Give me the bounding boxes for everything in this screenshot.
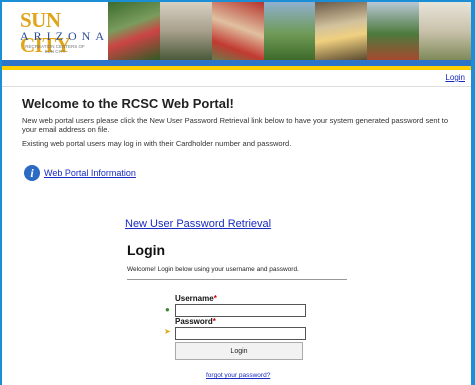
nav-login-link[interactable]: Login [445, 73, 465, 82]
banner-photo-table-tennis [159, 2, 212, 60]
header-photo-banner [108, 2, 472, 60]
login-divider [127, 279, 347, 280]
banner-photo-people [211, 2, 264, 60]
password-label-text: Password [175, 317, 213, 326]
page-frame: SUN CITY ARIZONA RECREATION CENTERS OF S… [2, 2, 472, 385]
logo-tagline: RECREATION CENTERS OF SUN CITY [25, 44, 85, 54]
intro-paragraph: New web portal users please click the Ne… [22, 116, 449, 134]
login-panel: Login Welcome! Login below using your us… [127, 242, 357, 280]
top-nav: Login [2, 70, 471, 87]
login-description: Welcome! Login below using your username… [127, 266, 299, 273]
banner-photo-tennis [108, 2, 160, 60]
password-label: Password* [175, 317, 216, 326]
info-icon[interactable]: i [24, 165, 40, 181]
login-button[interactable]: Login [175, 342, 303, 360]
required-mark: * [213, 294, 217, 303]
web-portal-info[interactable]: i Web Portal Information [24, 165, 136, 181]
username-label: Username* [175, 294, 217, 303]
banner-photo-tennis-court [367, 2, 420, 60]
username-label-text: Username [175, 294, 214, 303]
required-mark: * [212, 317, 216, 326]
logo-subtitle: ARIZONA [20, 29, 109, 43]
user-icon: ● [165, 305, 170, 314]
password-retrieval-link[interactable]: New User Password Retrieval [125, 218, 271, 230]
header: SUN CITY ARIZONA RECREATION CENTERS OF S… [2, 2, 472, 60]
welcome-section: Welcome to the RCSC Web Portal! New web … [22, 96, 462, 148]
forgot-password-link[interactable]: forgot your password? [206, 372, 270, 379]
banner-photo-golf [263, 2, 316, 60]
web-portal-info-link[interactable]: Web Portal Information [44, 168, 136, 178]
login-title: Login [127, 242, 166, 258]
key-icon: ➤ [164, 327, 171, 336]
password-input[interactable] [175, 327, 306, 340]
banner-photo-exercise [419, 2, 472, 60]
username-input[interactable] [175, 304, 306, 317]
banner-photo-crafts [315, 2, 368, 60]
page-title: Welcome to the RCSC Web Portal! [22, 96, 234, 111]
existing-users-paragraph: Existing web portal users may log in wit… [22, 139, 292, 148]
sun-city-logo: SUN CITY ARIZONA RECREATION CENTERS OF S… [10, 8, 104, 58]
